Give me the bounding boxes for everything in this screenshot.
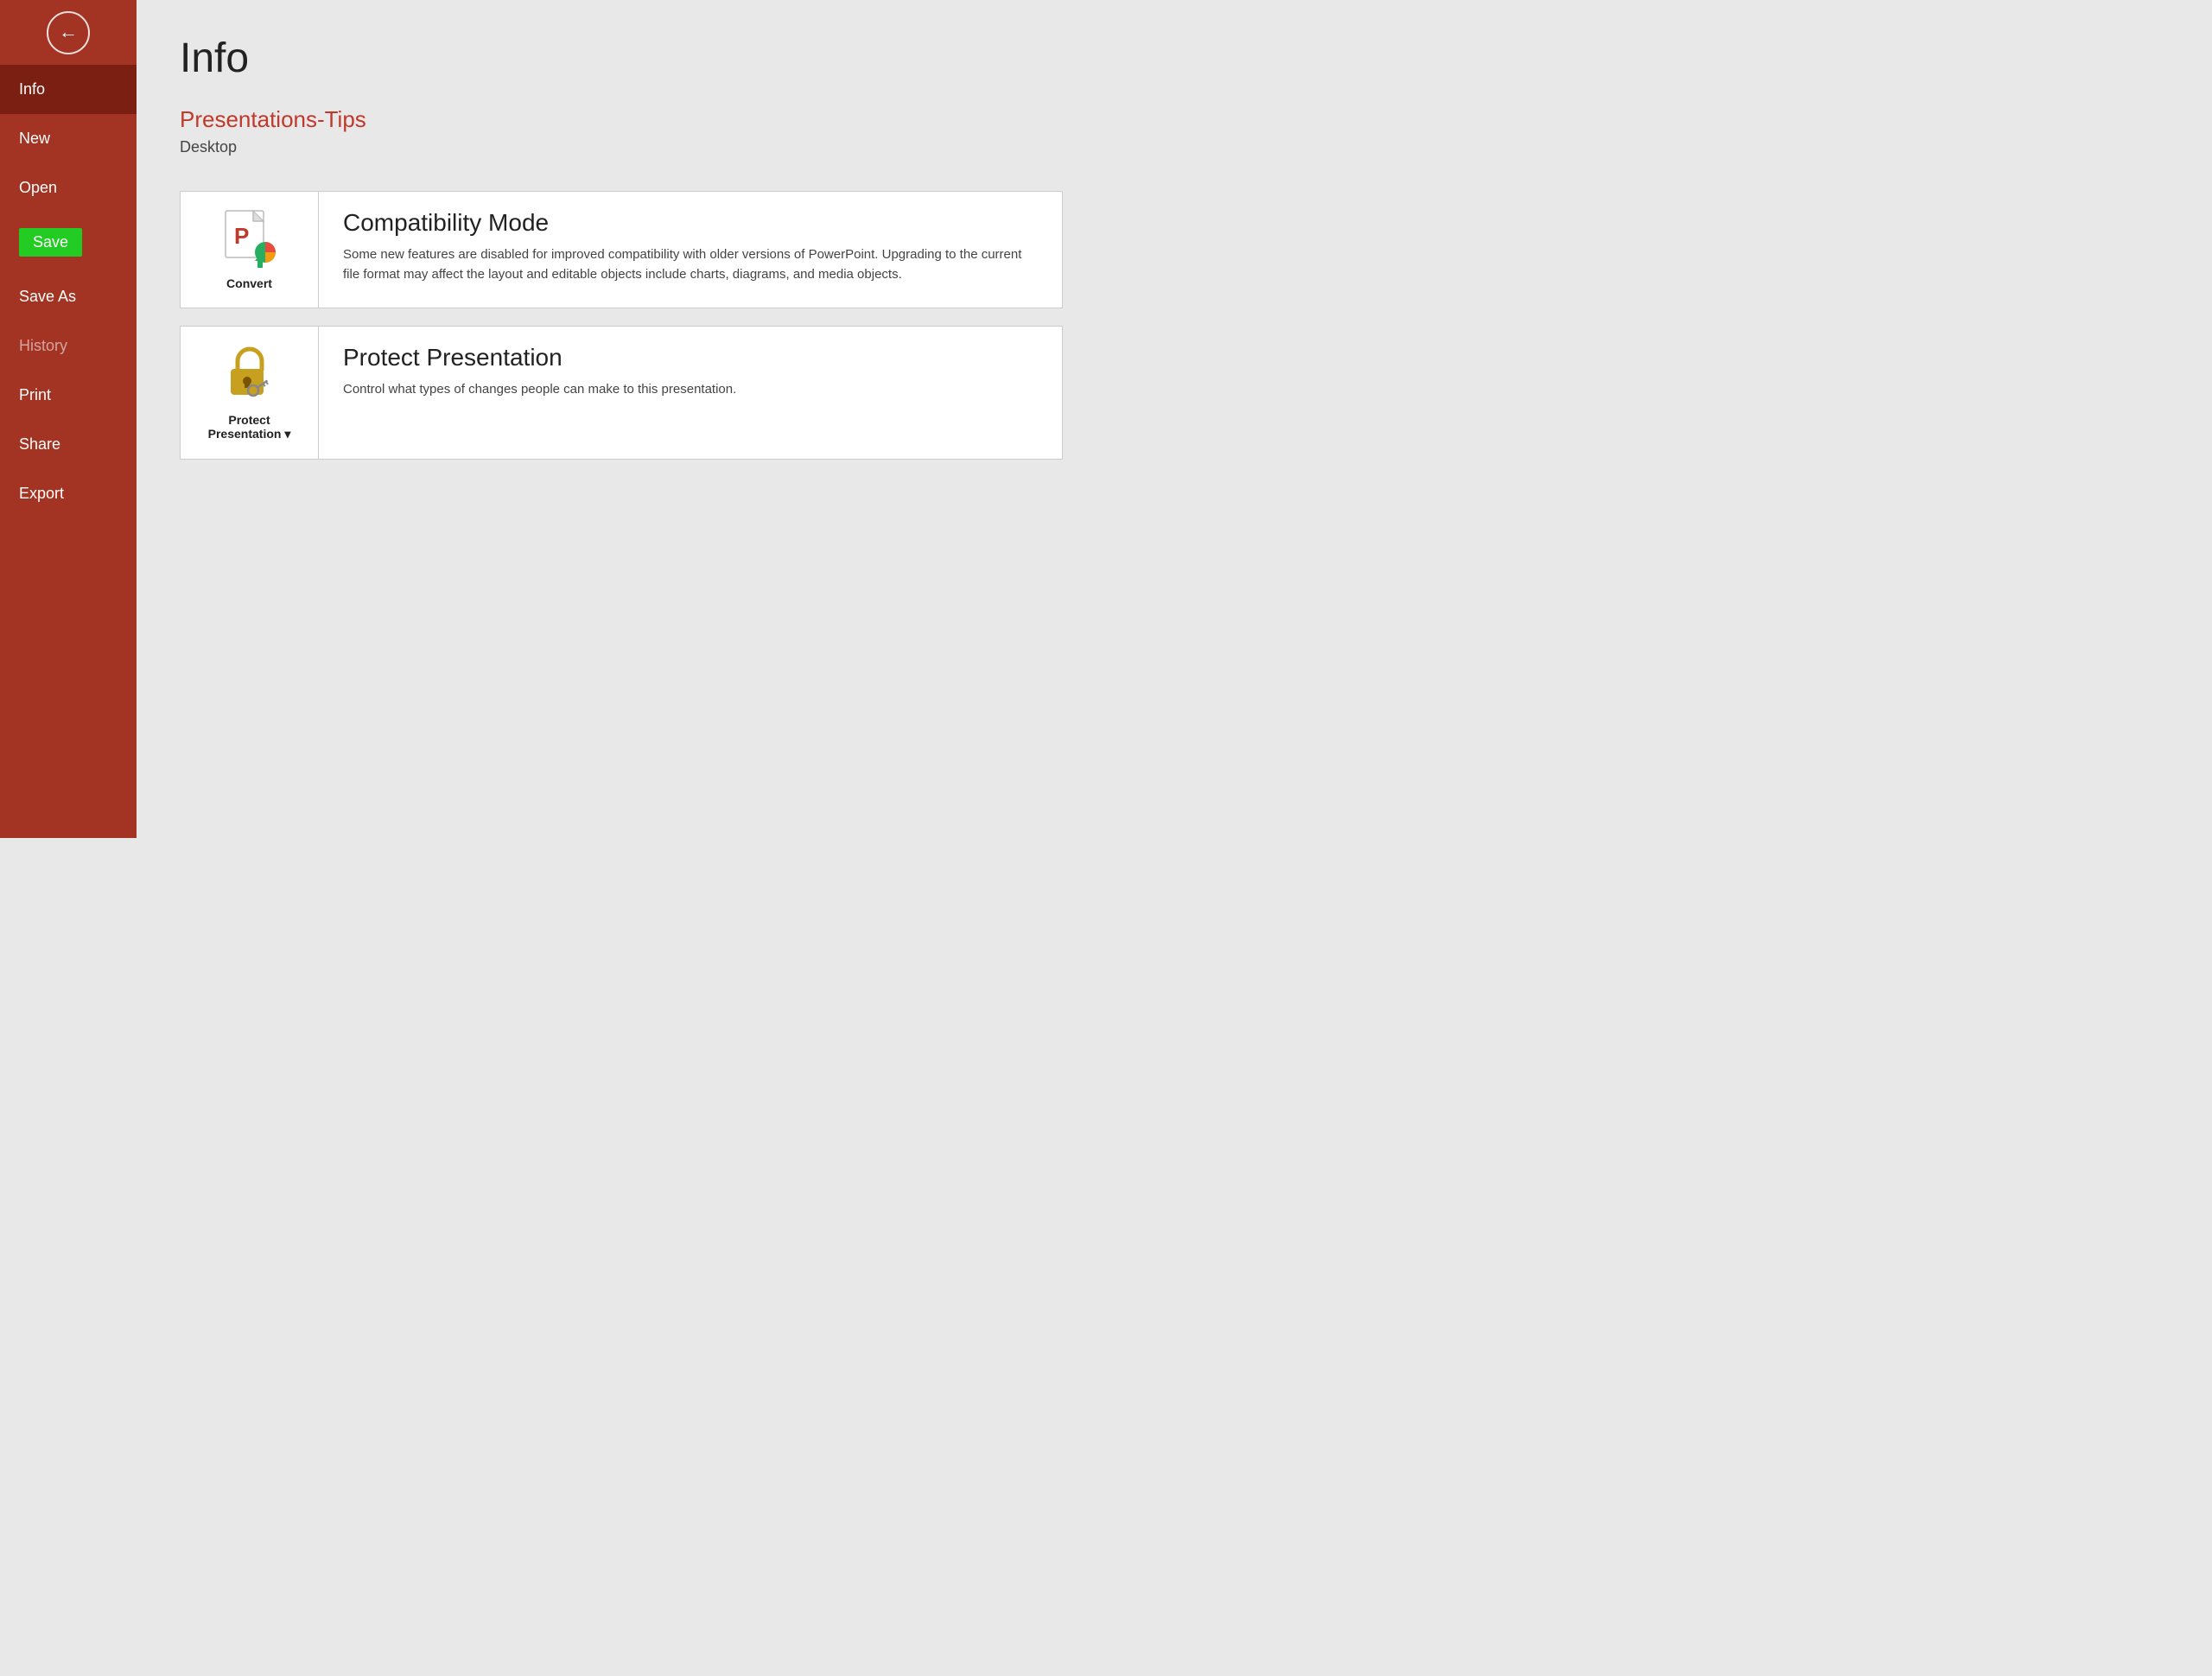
save-label: Save xyxy=(19,228,82,257)
convert-icon-area[interactable]: P Convert xyxy=(181,192,319,308)
svg-text:P: P xyxy=(234,223,249,249)
main-content: Info Presentations-Tips Desktop P xyxy=(137,0,1106,838)
convert-icon: P xyxy=(222,209,277,268)
protect-icon-area[interactable]: Protect Presentation ▾ xyxy=(181,327,319,459)
sidebar-item-export[interactable]: Export xyxy=(0,469,137,518)
protect-label: Protect Presentation ▾ xyxy=(208,413,291,441)
back-arrow-icon: ← xyxy=(59,22,78,41)
back-button[interactable]: ← xyxy=(47,11,90,54)
protect-icon xyxy=(222,344,277,406)
sidebar: ← Info New Open Save Save As History Pri… xyxy=(0,0,137,838)
protect-desc: Control what types of changes people can… xyxy=(343,380,1038,400)
page-title: Info xyxy=(180,35,1063,82)
protect-content: Protect Presentation Control what types … xyxy=(319,327,1062,459)
sidebar-item-share[interactable]: Share xyxy=(0,420,137,469)
sidebar-item-open[interactable]: Open xyxy=(0,163,137,213)
back-button-area: ← xyxy=(0,0,137,65)
sidebar-item-save[interactable]: Save xyxy=(0,213,137,272)
sidebar-item-save-as[interactable]: Save As xyxy=(0,272,137,321)
sidebar-item-history[interactable]: History xyxy=(0,321,137,371)
convert-card: P Convert Compatibility Mode Some new fe… xyxy=(180,191,1063,308)
protect-title: Protect Presentation xyxy=(343,344,1038,371)
sidebar-item-new[interactable]: New xyxy=(0,114,137,163)
protect-card: Protect Presentation ▾ Protect Presentat… xyxy=(180,326,1063,460)
convert-label: Convert xyxy=(226,276,272,290)
sidebar-item-print[interactable]: Print xyxy=(0,371,137,420)
convert-title: Compatibility Mode xyxy=(343,209,1038,237)
convert-content: Compatibility Mode Some new features are… xyxy=(319,192,1062,308)
file-name: Presentations-Tips xyxy=(180,106,1063,133)
file-location: Desktop xyxy=(180,138,1063,156)
convert-desc: Some new features are disabled for impro… xyxy=(343,245,1038,284)
sidebar-item-info[interactable]: Info xyxy=(0,65,137,114)
